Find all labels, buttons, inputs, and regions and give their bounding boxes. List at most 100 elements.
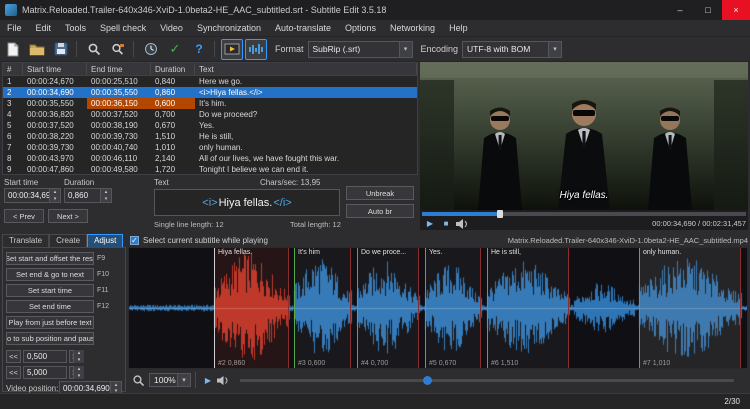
open-file-button[interactable] (26, 39, 48, 60)
checkbox-select-current[interactable]: ✓ (130, 236, 139, 245)
menu-spell-check[interactable]: Spell check (93, 20, 153, 37)
set-end-time-button[interactable]: Set end time (6, 300, 94, 313)
table-row[interactable]: 7 00:00:39,730 00:00:40,740 1,010 only h… (3, 142, 417, 153)
set-start-offset-rest-button[interactable]: Set start and offset the rest (6, 252, 94, 265)
stepper-arrows[interactable]: ▴▾ (100, 189, 111, 202)
waveform-zoom-select[interactable]: 100% ▾ (149, 373, 191, 387)
chevron-down-icon: ▾ (177, 374, 190, 386)
waveform-play-button[interactable]: ▶ (200, 374, 216, 386)
visual-sync-button[interactable] (140, 39, 162, 60)
cell-number: 5 (3, 120, 23, 131)
waveform-view[interactable]: Hiya fellas. #2 0,860 It's him #3 0,600 … (128, 247, 748, 369)
video-seek-bar[interactable] (422, 212, 746, 216)
table-row[interactable]: 8 00:00:43,970 00:00:46,110 2,140 All of… (3, 153, 417, 164)
toggle-video-player-button[interactable] (221, 39, 243, 60)
arrow-down-icon[interactable]: ▾ (73, 357, 84, 364)
waveform-segment[interactable]: Yes. #5 0,670 (425, 248, 481, 368)
next-button[interactable]: Next > (48, 209, 88, 223)
arrow-down-icon[interactable]: ▾ (49, 196, 60, 203)
column-number[interactable]: # (3, 63, 23, 75)
tab-translate[interactable]: Translate (2, 234, 49, 247)
waveform-position-slider[interactable] (240, 379, 734, 382)
help-icon: ? (195, 42, 202, 56)
tab-adjust[interactable]: Adjust (87, 234, 123, 247)
column-duration[interactable]: Duration (151, 63, 195, 75)
waveform-segment[interactable]: Hiya fellas. #2 0,860 (214, 248, 289, 368)
format-select[interactable]: SubRip (.srt) ▾ (308, 41, 413, 58)
subtitle-text-input[interactable]: <i>Hiya fellas.</i> (154, 189, 340, 216)
table-row[interactable]: 6 00:00:38,220 00:00:39,730 1,510 He is … (3, 131, 417, 142)
waveform-toolbar: 100% ▾ ▶ (128, 371, 748, 389)
set-start-time-button[interactable]: Set start time (6, 284, 94, 297)
speaker-icon[interactable] (216, 375, 230, 386)
volume-icon[interactable] (454, 218, 470, 230)
start-time-stepper[interactable]: 00:00:34,690 ▴▾ (4, 188, 61, 203)
title-bar[interactable]: Matrix.Reloaded.Trailer-640x346-XviD-1.0… (0, 0, 750, 20)
find-button[interactable] (83, 39, 105, 60)
tab-create[interactable]: Create (49, 234, 87, 247)
spell-check-button[interactable]: ✓ (164, 39, 186, 60)
maximize-button[interactable]: □ (694, 0, 722, 20)
go-to-sub-position-button[interactable]: Go to sub position and pause (6, 332, 94, 345)
play-from-before-text-button[interactable]: Play from just before text (6, 316, 94, 329)
prev-button[interactable]: < Prev (4, 209, 44, 223)
encoding-select[interactable]: UTF-8 with BOM ▾ (462, 41, 562, 58)
toggle-waveform-button[interactable] (245, 39, 267, 60)
zoom-value: 100% (154, 375, 176, 385)
column-start-time[interactable]: Start time (23, 63, 87, 75)
waveform-segment[interactable]: He is still, #6 1,510 (487, 248, 569, 368)
play-button[interactable]: ▶ (422, 218, 438, 230)
video-frame[interactable] (420, 62, 748, 210)
menu-synchronization[interactable]: Synchronization (190, 20, 268, 37)
waveform-segment[interactable]: It's him #3 0,600 (294, 248, 351, 368)
unbreak-button[interactable]: Unbreak (346, 186, 414, 200)
duration-stepper[interactable]: 0,860 ▴▾ (64, 188, 112, 203)
menu-file[interactable]: File (0, 20, 29, 37)
menu-tools[interactable]: Tools (58, 20, 93, 37)
table-row[interactable]: 4 00:00:36,820 00:00:37,520 0,700 Do we … (3, 109, 417, 120)
waveform-segment[interactable]: Do we proce... #4 0,700 (357, 248, 419, 368)
stop-button[interactable]: ■ (438, 218, 454, 230)
minimize-button[interactable]: – (666, 0, 694, 20)
stepper-arrows[interactable]: ▴▾ (73, 350, 84, 363)
encoding-label: Encoding (421, 44, 459, 54)
table-row[interactable]: 1 00:00:24,670 00:00:25,510 0,840 Here w… (3, 76, 417, 87)
stepper-arrows[interactable]: ▴▾ (73, 366, 84, 379)
menu-options[interactable]: Options (338, 20, 383, 37)
cell-number: 1 (3, 76, 23, 87)
waveform-segment[interactable]: only human. #7 1,010 (639, 248, 741, 368)
close-button[interactable]: × (722, 0, 750, 20)
menu-help[interactable]: Help (442, 20, 475, 37)
button-row: Set start time F11 (6, 284, 109, 297)
zoom-icon[interactable] (132, 374, 145, 387)
cell-duration: 1,010 (151, 142, 195, 153)
help-button[interactable]: ? (188, 39, 210, 60)
set-end-go-next-button[interactable]: Set end & go to next (6, 268, 94, 281)
table-row[interactable]: 5 00:00:37,520 00:00:38,190 0,670 Yes. (3, 120, 417, 131)
column-end-time[interactable]: End time (87, 63, 151, 75)
rewind-large-button[interactable]: << (6, 366, 21, 379)
table-row[interactable]: 9 00:00:47,860 00:00:49,580 1,720 Tonigh… (3, 164, 417, 175)
table-row[interactable]: 3 00:00:35,550 00:00:36,150 0,600 It's h… (3, 98, 417, 109)
cell-start: 00:00:43,970 (23, 153, 87, 164)
save-button[interactable] (50, 39, 72, 60)
slider-thumb[interactable] (423, 376, 432, 385)
nudge-small-stepper[interactable]: 0,500 ▴▾ (23, 350, 67, 363)
auto-br-button[interactable]: Auto br (346, 204, 414, 218)
rewind-button[interactable]: << (6, 350, 21, 363)
search-icon (87, 42, 101, 56)
table-row-selected[interactable]: 2 00:00:34,690 00:00:35,550 0,860 <i>Hiy… (3, 87, 417, 98)
menu-edit[interactable]: Edit (29, 20, 59, 37)
menu-auto-translate[interactable]: Auto-translate (268, 20, 338, 37)
menu-video[interactable]: Video (153, 20, 190, 37)
stepper-arrows[interactable]: ▴▾ (49, 189, 60, 202)
menu-networking[interactable]: Networking (383, 20, 442, 37)
video-position-value: 00:00:34,690 (63, 384, 110, 393)
column-text[interactable]: Text (195, 63, 417, 75)
nudge-large-stepper[interactable]: 5,000 ▴▾ (23, 366, 67, 379)
arrow-down-icon[interactable]: ▾ (73, 373, 84, 380)
new-file-button[interactable] (2, 39, 24, 60)
replace-button[interactable] (107, 39, 129, 60)
arrow-down-icon[interactable]: ▾ (100, 196, 111, 203)
cell-text: only human. (195, 142, 417, 153)
